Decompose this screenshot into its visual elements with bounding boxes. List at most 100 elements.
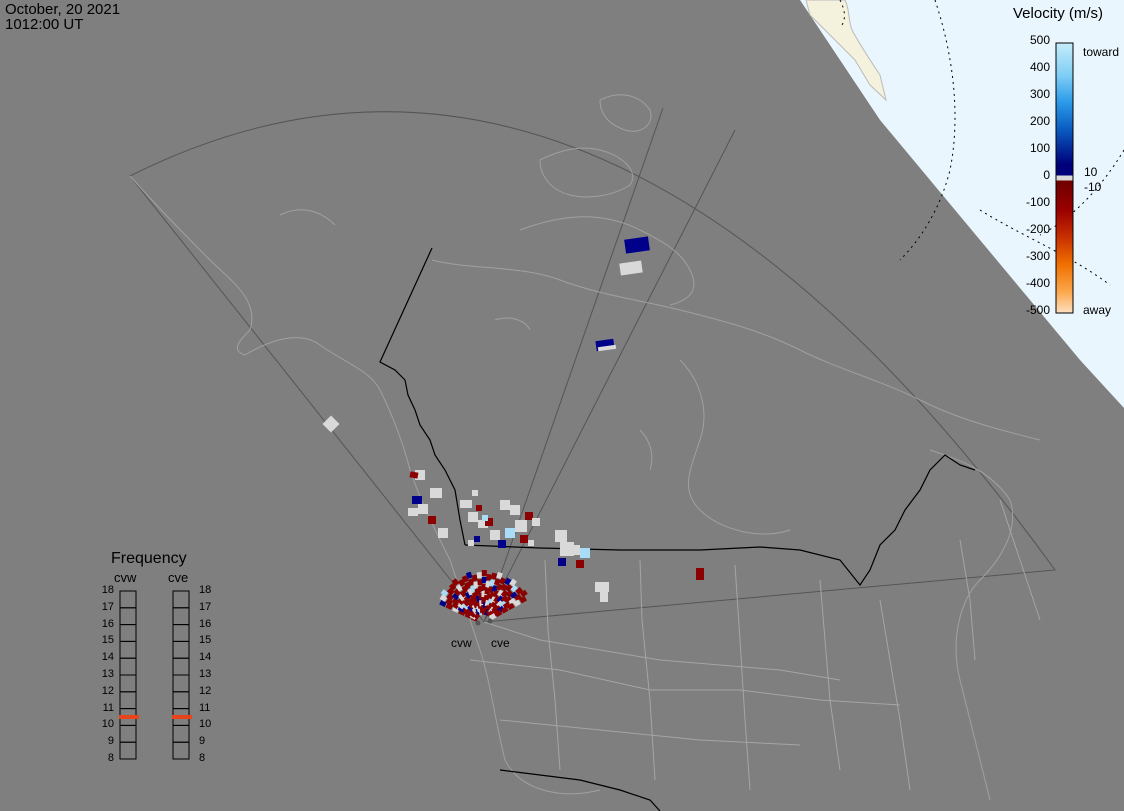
- frequency-level-left: 8: [107, 752, 114, 764]
- frequency-bin: [172, 724, 190, 743]
- scatter-cell: [322, 415, 340, 433]
- frequency-radar-a: cvw: [114, 570, 137, 585]
- frequency-bin: [172, 674, 190, 693]
- radar-map-view: October, 20 2021 1012:00 UT Velocity (m/…: [0, 0, 1124, 811]
- frequency-bin: [119, 741, 137, 760]
- scatter-cell: [595, 582, 609, 592]
- scatter-cell: [619, 260, 643, 276]
- scatter-cell: [528, 540, 534, 546]
- beam-line-2: [483, 129, 736, 623]
- scatter-cell: [624, 236, 650, 254]
- radar-fov-outline: [129, 111, 1056, 623]
- radar-site-cvw: [475, 620, 481, 626]
- scatter-cell: [412, 496, 422, 504]
- velocity-tick: -300: [1025, 249, 1050, 263]
- velocity-tick: 400: [1029, 60, 1050, 74]
- political-borders: [469, 499, 1041, 791]
- velocity-tick: -500: [1025, 303, 1050, 317]
- frequency-level-left: 16: [101, 617, 114, 630]
- radar-label-cvw: cvw: [451, 636, 472, 650]
- frequency-level-right: 18: [199, 584, 212, 596]
- velocity-tick: -400: [1025, 276, 1050, 290]
- scatter-cell: [515, 520, 527, 532]
- frequency-bin: [119, 657, 137, 676]
- frequency-level-right: 11: [199, 701, 211, 714]
- frequency-level-left: 15: [101, 634, 114, 647]
- time-label: 1012:00 UT: [5, 16, 84, 33]
- scatter-cell: [460, 500, 472, 508]
- velocity-tick: 200: [1029, 114, 1050, 128]
- velocity-tick: -200: [1025, 222, 1050, 236]
- frequency-bin: [172, 741, 190, 760]
- frequency-bin: [172, 640, 190, 659]
- scatter-cell: [476, 572, 483, 579]
- scatter-cell: [430, 488, 442, 498]
- scatter-cell: [439, 599, 447, 607]
- frequency-level-left: 18: [101, 584, 114, 596]
- frequency-bin: [119, 691, 137, 710]
- national-borders: [379, 247, 976, 811]
- scatter-cell: [428, 516, 436, 524]
- scatter-cell: [510, 505, 520, 515]
- frequency-level-left: 10: [101, 718, 114, 731]
- scatter-cell: [418, 504, 428, 514]
- frequency-bin: [172, 657, 190, 676]
- frequency-bin: [119, 590, 137, 609]
- frequency-level-left: 9: [107, 735, 114, 748]
- frequency-level-right: 10: [199, 718, 212, 731]
- frequency-bin: [172, 624, 190, 642]
- scatter-cell: [468, 512, 478, 522]
- frequency-bin: [119, 624, 137, 642]
- frequency-level-left: 14: [101, 651, 114, 664]
- away-label: away: [1083, 303, 1112, 317]
- scatter-cell: [570, 545, 580, 555]
- frequency-bin: [172, 691, 190, 710]
- scatter-cell: [558, 558, 566, 566]
- scatter-cell: [474, 536, 480, 542]
- scatter-cell: [481, 569, 487, 577]
- scatter-cell: [576, 560, 584, 568]
- frequency-level-right: 16: [199, 617, 212, 630]
- scatter-cell: [555, 530, 567, 542]
- frequency-column-cvw: [119, 590, 139, 760]
- scatter-cell: [472, 490, 478, 496]
- scatter-cell: [500, 500, 510, 510]
- scatter-cell: [490, 572, 498, 580]
- map-canvas: [129, 0, 1124, 811]
- velocity-tick: 500: [1029, 33, 1050, 47]
- timestamp: October, 20 2021 1012:00 UT: [5, 2, 120, 32]
- scatter-cell: [600, 592, 608, 602]
- scatter-cell: [408, 508, 418, 516]
- velocity-tick: 300: [1029, 87, 1050, 101]
- frequency-bin: [119, 640, 137, 659]
- frequency-level-left: 12: [101, 684, 114, 697]
- scatter-cell: [580, 548, 590, 558]
- velocity-tick: 100: [1029, 141, 1050, 155]
- frequency-level-left: 17: [101, 600, 114, 613]
- radar-label-cve: cve: [491, 636, 510, 650]
- frequency-level-right: 13: [199, 668, 212, 680]
- scatter-cell: [696, 568, 704, 580]
- scatter-cell: [438, 528, 448, 538]
- ocean-region: [800, 0, 1124, 408]
- frequency-level-left: 11: [102, 701, 114, 714]
- frequency-bin: [119, 724, 137, 743]
- scatter-cell: [520, 535, 528, 543]
- frequency-bin: [119, 674, 137, 693]
- scatter-cell: [476, 505, 482, 511]
- frequency-bin: [172, 607, 190, 626]
- frequency-marker: [119, 715, 139, 719]
- frequency-level-right: 12: [199, 684, 212, 697]
- scatter-cell: [525, 512, 533, 520]
- frequency-marker: [172, 715, 192, 719]
- frequency-level-right: 15: [199, 634, 212, 647]
- frequency-bin: [119, 607, 137, 626]
- scatter-cell: [482, 515, 488, 521]
- coastlines: [129, 94, 1041, 801]
- frequency-radar-b: cve: [168, 570, 189, 585]
- velocity-legend-title: Velocity (m/s): [1013, 5, 1104, 22]
- frequency-level-right: 8: [199, 752, 206, 764]
- scatter-cell: [498, 540, 506, 548]
- threshold-neg-label: -10: [1084, 180, 1102, 194]
- frequency-level-left: 13: [101, 668, 114, 680]
